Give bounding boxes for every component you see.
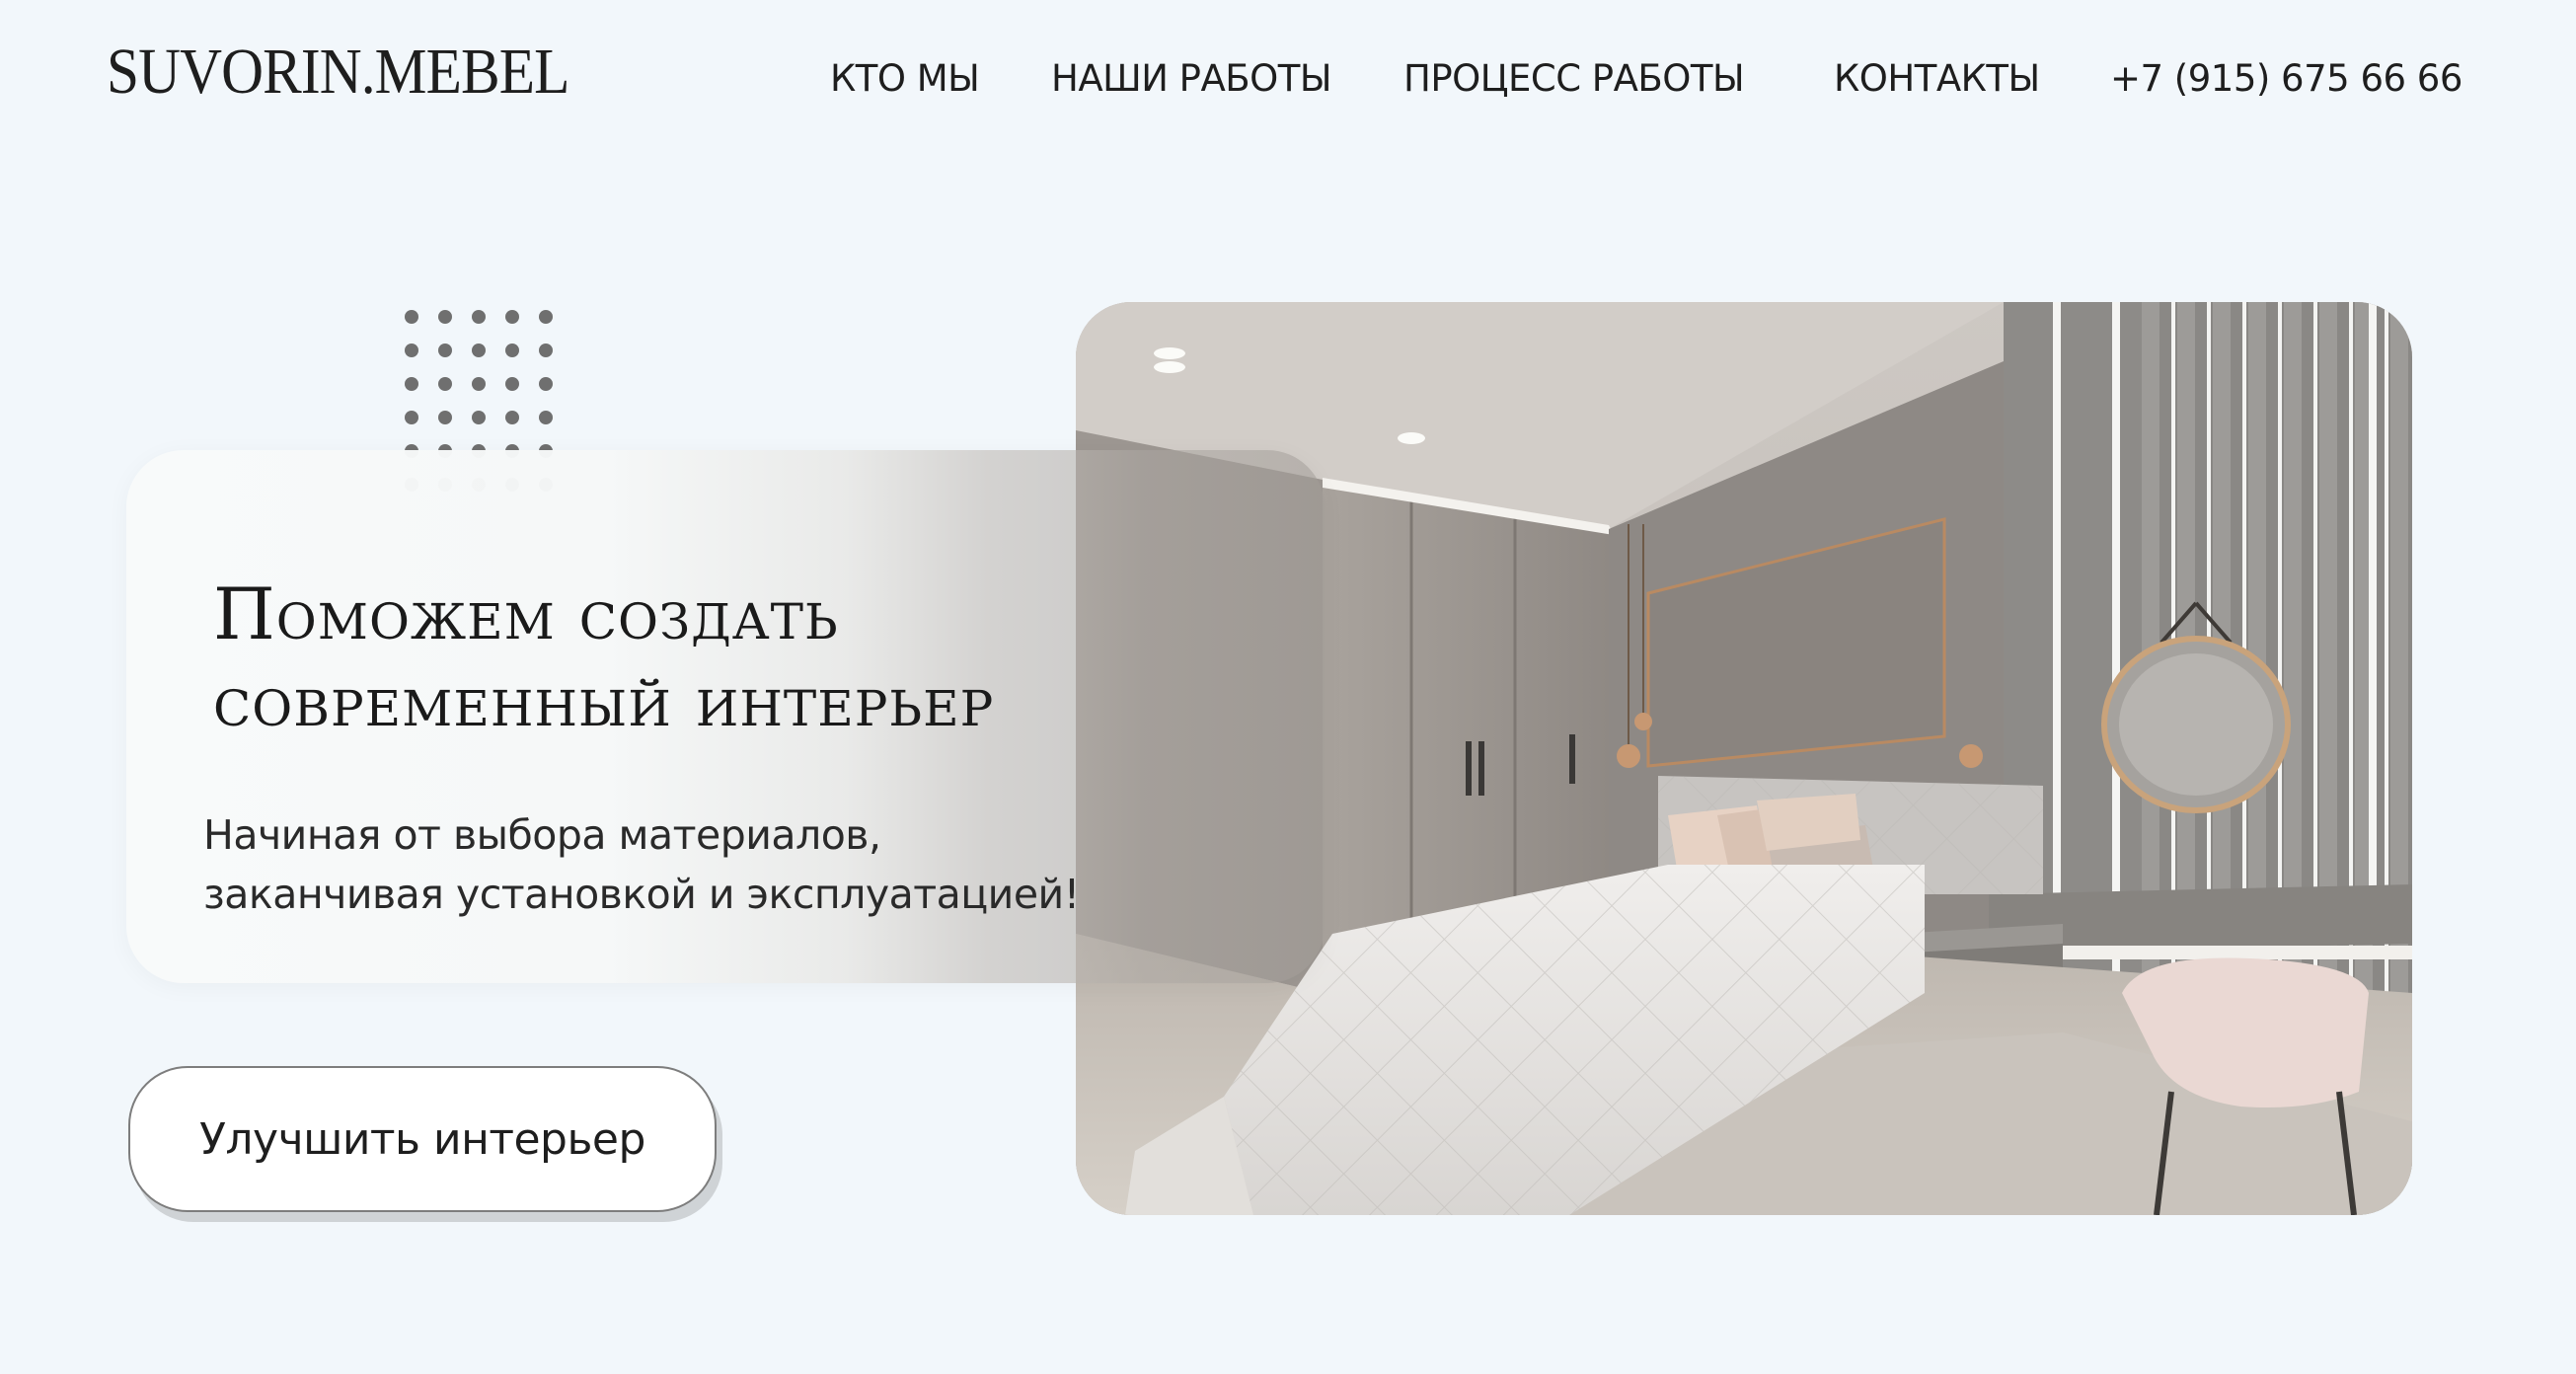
nav-link-contacts[interactable]: КОНТАКТЫ xyxy=(1834,55,2040,103)
hero-subtitle-line-1: Начиная от выбора материалов, xyxy=(203,811,881,859)
hero-title-line-1: Поможем создать xyxy=(213,572,839,655)
hero-subtitle: Начиная от выбора материалов, заканчивая… xyxy=(203,805,1080,924)
hero-title-line-2: современный интерьер xyxy=(213,659,995,742)
improve-interior-button[interactable]: Улучшить интерьер xyxy=(128,1066,717,1212)
nav-link-work-process[interactable]: ПРОЦЕСС РАБОТЫ xyxy=(1403,55,1745,103)
hero-title: Поможем создать современный интерьер xyxy=(213,571,1299,744)
nav-link-who-we-are[interactable]: КТО МЫ xyxy=(830,55,980,103)
nav-link-our-works[interactable]: НАШИ РАБОТЫ xyxy=(1051,55,1332,103)
hero-subtitle-line-2: заканчивая установкой и эксплуатацией! xyxy=(203,871,1080,918)
phone-link[interactable]: +7 (915) 675 66 66 xyxy=(2110,55,2462,103)
brand-logo[interactable]: SUVORIN.MEBEL xyxy=(107,38,569,107)
